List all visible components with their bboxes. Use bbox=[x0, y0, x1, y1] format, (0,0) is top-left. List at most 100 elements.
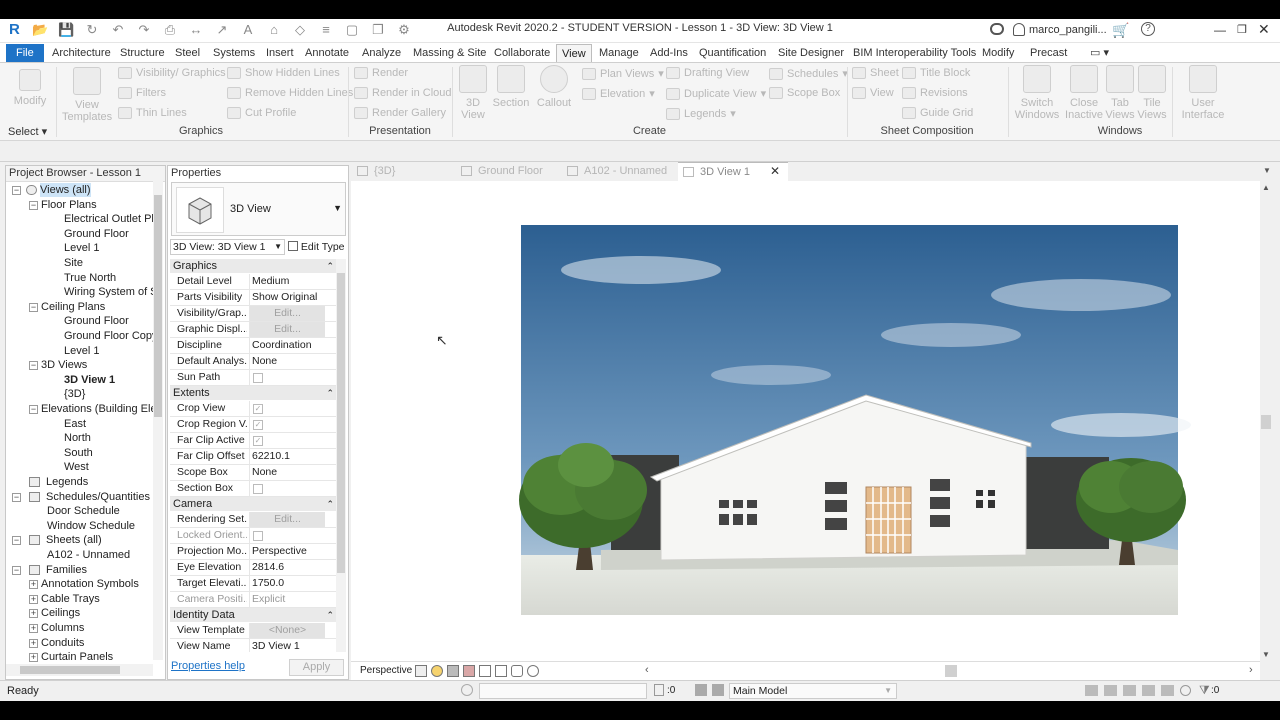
property-checkbox[interactable]: ✓ bbox=[253, 436, 263, 446]
property-edit-button[interactable]: Edit... bbox=[249, 322, 325, 337]
measure-icon[interactable]: ↔ bbox=[188, 22, 204, 38]
browser-item[interactable]: Window Schedule bbox=[6, 519, 154, 533]
property-value[interactable]: 1750.0 bbox=[249, 576, 325, 591]
edit-type-button[interactable]: Edit Type bbox=[288, 239, 345, 255]
property-value[interactable]: 3D View 1 bbox=[249, 639, 325, 652]
select-links-icon[interactable] bbox=[1085, 685, 1098, 696]
ribbon-tab-add-ins[interactable]: Add-Ins bbox=[645, 44, 693, 62]
ribbon-tab-annotate[interactable]: Annotate bbox=[300, 44, 354, 62]
user-icon[interactable] bbox=[1013, 23, 1025, 36]
switch-windows-icon[interactable]: ❐ bbox=[370, 22, 386, 38]
shadows-icon[interactable] bbox=[447, 665, 459, 677]
callout-button[interactable]: Callout bbox=[536, 65, 572, 109]
browser-item[interactable]: West bbox=[6, 460, 154, 474]
property-group-header[interactable]: Extents ⌃ bbox=[170, 386, 340, 400]
tab-views-button[interactable]: Tab Views bbox=[1104, 65, 1136, 121]
save-icon[interactable]: 💾 bbox=[58, 22, 74, 38]
browser-item[interactable]: A102 - Unnamed bbox=[6, 548, 154, 562]
view-vertical-scrollbar[interactable]: ▲ ▼ bbox=[1260, 181, 1272, 661]
scope-box-button[interactable]: Scope Box bbox=[769, 87, 840, 99]
browser-item[interactable]: − Sheets (all) bbox=[6, 533, 154, 547]
browser-item[interactable]: True North bbox=[6, 271, 154, 285]
expand-icon[interactable]: + bbox=[29, 624, 38, 633]
collapse-group-icon[interactable]: ⌃ bbox=[326, 386, 334, 400]
print-icon[interactable]: ⎙ bbox=[162, 22, 178, 38]
property-group-header[interactable]: Graphics ⌃ bbox=[170, 259, 340, 273]
ribbon-tab-insert[interactable]: Insert bbox=[261, 44, 299, 62]
browser-item[interactable]: South bbox=[6, 446, 154, 460]
property-value[interactable]: Coordination bbox=[249, 338, 325, 353]
browser-item[interactable]: Ground Floor bbox=[6, 227, 154, 241]
property-value[interactable]: None bbox=[249, 465, 325, 480]
ribbon-tab-site-designer[interactable]: Site Designer bbox=[773, 44, 849, 62]
drag-elements-icon[interactable] bbox=[1161, 685, 1174, 696]
thin-lines-button[interactable]: Thin Lines bbox=[118, 107, 187, 119]
select-group-label[interactable]: Select ▾ bbox=[8, 125, 52, 138]
expand-icon[interactable]: + bbox=[29, 580, 38, 590]
user-name[interactable]: marco_pangili... bbox=[1029, 24, 1107, 36]
view-vscroll-thumb[interactable] bbox=[1261, 415, 1271, 429]
browser-item[interactable]: Ground Floor bbox=[6, 314, 154, 328]
title-block-button[interactable]: Title Block bbox=[902, 67, 970, 79]
collapse-icon[interactable]: − bbox=[29, 302, 38, 312]
ribbon-tab-precast[interactable]: Precast bbox=[1025, 44, 1072, 62]
duplicate-view-button[interactable]: Duplicate View ▾ bbox=[666, 87, 766, 100]
browser-item[interactable]: − Families bbox=[6, 563, 154, 577]
browser-item[interactable]: Door Schedule bbox=[6, 504, 154, 518]
collapse-icon[interactable]: − bbox=[12, 565, 21, 575]
show-hidden-lines-button[interactable]: Show Hidden Lines bbox=[227, 67, 340, 79]
view-tab[interactable]: {3D} bbox=[352, 162, 452, 181]
collapse-icon[interactable]: − bbox=[29, 405, 38, 414]
view-tab-close-icon[interactable]: ✕ bbox=[770, 164, 780, 178]
browser-item[interactable]: {3D} bbox=[6, 387, 154, 401]
property-edit-button[interactable]: <None> bbox=[249, 623, 325, 638]
browser-item[interactable]: + Ceilings bbox=[6, 606, 154, 620]
filter-icon[interactable]: ⧩ bbox=[1199, 683, 1210, 698]
schedules-button[interactable]: Schedules ▾ bbox=[769, 67, 848, 80]
visibility-graphics-button[interactable]: Visibility/ Graphics bbox=[118, 67, 226, 79]
render-button[interactable]: Render bbox=[354, 67, 408, 79]
instance-selector[interactable]: 3D View: 3D View 1 ▼ bbox=[170, 239, 285, 255]
open-icon[interactable]: 📂 bbox=[32, 22, 48, 38]
lock-view-icon[interactable] bbox=[511, 665, 523, 677]
modify-button[interactable]: Modify bbox=[12, 69, 48, 107]
render-dialog-icon[interactable] bbox=[463, 665, 475, 677]
text-icon[interactable]: A bbox=[240, 22, 256, 38]
property-value[interactable]: Medium bbox=[249, 274, 325, 289]
sheet-button[interactable]: Sheet bbox=[852, 67, 899, 79]
close-inactive-button[interactable]: Close Inactive bbox=[1064, 65, 1104, 121]
ribbon-tab-analyze[interactable]: Analyze bbox=[357, 44, 406, 62]
cut-profile-button[interactable]: Cut Profile bbox=[227, 107, 296, 119]
ribbon-tab-collaborate[interactable]: Collaborate bbox=[489, 44, 555, 62]
apply-button[interactable]: Apply bbox=[289, 659, 344, 676]
redo-icon[interactable]: ↷ bbox=[136, 22, 152, 38]
up-arrow-icon[interactable]: ▲ bbox=[1262, 183, 1270, 192]
browser-item[interactable]: Electrical Outlet Plan bbox=[6, 212, 154, 226]
temp-hide-icon[interactable] bbox=[527, 665, 539, 677]
browser-item[interactable]: Level 1 bbox=[6, 241, 154, 255]
property-checkbox[interactable]: ✓ bbox=[253, 404, 263, 414]
legends-button[interactable]: Legends ▾ bbox=[666, 107, 736, 120]
property-checkbox[interactable] bbox=[253, 531, 263, 541]
section-icon[interactable]: ◇ bbox=[292, 22, 308, 38]
property-checkbox[interactable] bbox=[253, 373, 263, 383]
properties-scrollbar[interactable] bbox=[336, 259, 346, 652]
property-value[interactable]: 2814.6 bbox=[249, 560, 325, 575]
browser-item[interactable]: North bbox=[6, 431, 154, 445]
ribbon-tab-quantification[interactable]: Quantification bbox=[694, 44, 771, 62]
render-gallery-button[interactable]: Render Gallery bbox=[354, 107, 446, 119]
property-checkbox[interactable] bbox=[253, 484, 263, 494]
browser-item[interactable]: 3D View 1 bbox=[6, 373, 154, 387]
collapse-group-icon[interactable]: ⌃ bbox=[326, 608, 334, 622]
hscroll-thumb[interactable] bbox=[20, 666, 120, 674]
crop-view-icon[interactable] bbox=[479, 665, 491, 677]
browser-item[interactable]: −3D Views bbox=[6, 358, 154, 372]
revisions-button[interactable]: Revisions bbox=[902, 87, 968, 99]
collapse-group-icon[interactable]: ⌃ bbox=[326, 497, 334, 511]
property-group-header[interactable]: Camera ⌃ bbox=[170, 497, 340, 511]
property-checkbox[interactable]: ✓ bbox=[253, 420, 263, 430]
editable-only-icon[interactable] bbox=[654, 684, 664, 696]
browser-item[interactable]: Level 1 bbox=[6, 344, 154, 358]
browser-item[interactable]: + Annotation Symbols bbox=[6, 577, 154, 591]
expand-icon[interactable]: + bbox=[29, 653, 38, 662]
